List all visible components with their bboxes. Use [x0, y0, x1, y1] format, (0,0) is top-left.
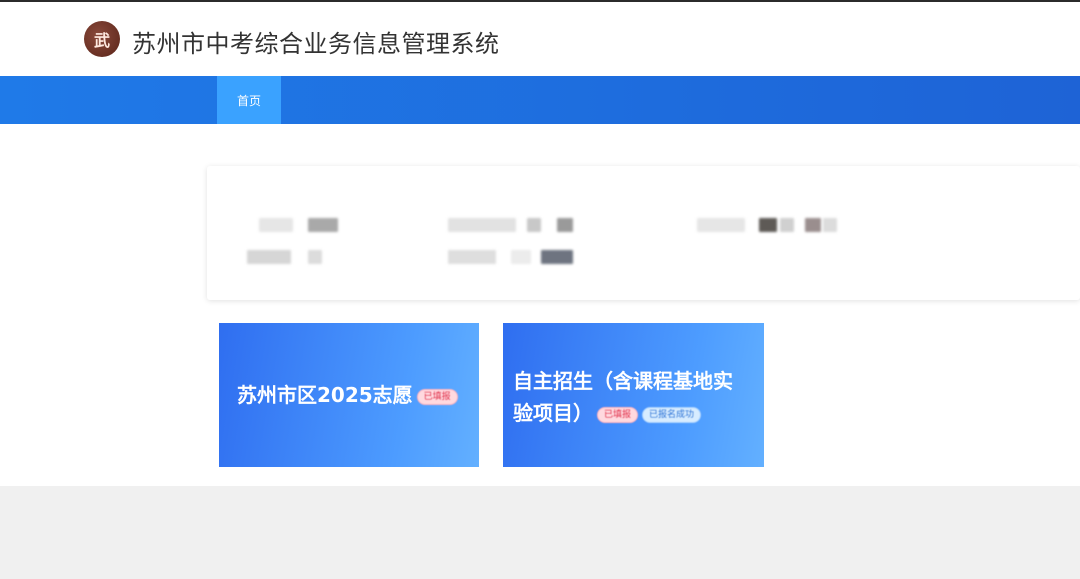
main-content: 苏州市区2025志愿 已填报 自主招生（含课程基地实 验项目） 已填报 已报名成功	[0, 124, 1080, 486]
tile-suzhou-2025-volunteer[interactable]: 苏州市区2025志愿 已填报	[219, 323, 479, 467]
redacted-info	[697, 218, 745, 232]
tile-title-text: 验项目）	[513, 401, 593, 425]
tab-home[interactable]: 首页	[217, 76, 281, 124]
header: 武 苏州市中考综合业务信息管理系统	[0, 2, 1080, 76]
redacted-info	[511, 250, 531, 264]
tile-title: 自主招生（含课程基地实 验项目） 已填报 已报名成功	[513, 365, 758, 429]
redacted-info	[541, 250, 573, 264]
redacted-info	[823, 218, 837, 232]
redacted-info	[448, 250, 496, 264]
top-navbar: 首页	[0, 76, 1080, 124]
redacted-info	[557, 218, 573, 232]
status-badge: 已填报	[416, 388, 458, 405]
status-badge: 已报名成功	[642, 406, 702, 423]
redacted-info	[308, 250, 322, 264]
logo-icon: 武	[84, 21, 120, 57]
tile-title-line2: 验项目） 已填报 已报名成功	[513, 397, 758, 429]
redacted-info	[527, 218, 541, 232]
redacted-info	[448, 218, 516, 232]
redacted-info	[759, 218, 777, 232]
redacted-info	[308, 218, 338, 232]
tile-title-line1: 自主招生（含课程基地实	[513, 369, 733, 393]
footer-background	[0, 486, 1080, 579]
redacted-info	[259, 218, 293, 232]
status-badge: 已填报	[597, 406, 639, 423]
redacted-info	[247, 250, 291, 264]
redacted-info	[805, 218, 821, 232]
student-info-card	[207, 166, 1080, 300]
tile-title: 苏州市区2025志愿 已填报	[237, 379, 458, 411]
tile-independent-enrollment[interactable]: 自主招生（含课程基地实 验项目） 已填报 已报名成功	[503, 323, 764, 467]
redacted-info	[780, 218, 794, 232]
app-title: 苏州市中考综合业务信息管理系统	[132, 30, 500, 58]
tile-title-text: 苏州市区2025志愿	[237, 383, 413, 407]
